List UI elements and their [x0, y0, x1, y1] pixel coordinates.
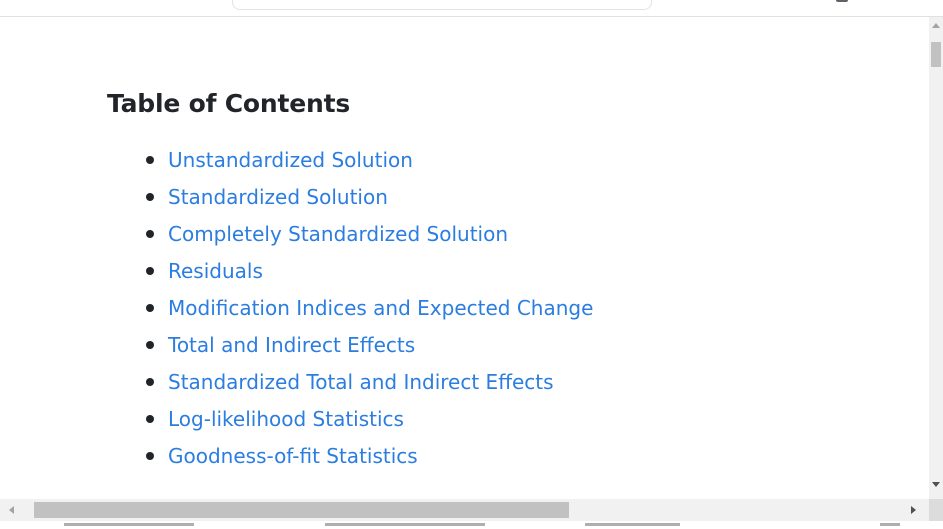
bullet-icon	[146, 193, 154, 201]
address-bar-edge[interactable]	[232, 0, 652, 10]
vertical-scroll-thumb[interactable]	[931, 42, 941, 67]
taskbar-item-edge	[880, 523, 900, 526]
page-content: Table of Contents Unstandardized Solutio…	[0, 17, 929, 499]
toc-item: Residuals	[146, 254, 593, 291]
taskbar-item-edge	[585, 523, 680, 526]
taskbar-peek	[0, 521, 943, 529]
toc-link-completely-standardized-solution[interactable]: Completely Standardized Solution	[168, 222, 508, 246]
scroll-down-arrow-icon[interactable]	[932, 482, 940, 487]
toc-item: Log-likelihood Statistics	[146, 402, 593, 439]
toc-link-residuals[interactable]: Residuals	[168, 259, 263, 283]
toc-link-total-indirect-effects[interactable]: Total and Indirect Effects	[168, 333, 415, 357]
taskbar-item-edge	[64, 523, 194, 526]
toolbar-icon[interactable]	[836, 0, 848, 2]
scroll-left-arrow-icon[interactable]	[9, 506, 14, 514]
horizontal-scrollbar[interactable]	[0, 499, 929, 521]
vertical-scrollbar[interactable]	[929, 17, 943, 499]
bullet-icon	[146, 304, 154, 312]
scroll-right-arrow-icon[interactable]	[911, 506, 916, 514]
toc-item: Modification Indices and Expected Change	[146, 291, 593, 328]
toc-heading: Table of Contents	[107, 89, 351, 118]
toc-link-standardized-total-indirect-effects[interactable]: Standardized Total and Indirect Effects	[168, 370, 554, 394]
toc-link-modification-indices[interactable]: Modification Indices and Expected Change	[168, 296, 593, 320]
bullet-icon	[146, 415, 154, 423]
bullet-icon	[146, 341, 154, 349]
bullet-icon	[146, 230, 154, 238]
toc-link-log-likelihood-statistics[interactable]: Log-likelihood Statistics	[168, 407, 404, 431]
bullet-icon	[146, 156, 154, 164]
bullet-icon	[146, 378, 154, 386]
browser-top-edge	[0, 0, 943, 17]
bullet-icon	[146, 452, 154, 460]
toc-link-standardized-solution[interactable]: Standardized Solution	[168, 185, 388, 209]
toc-item: Unstandardized Solution	[146, 143, 593, 180]
bullet-icon	[146, 267, 154, 275]
toc-item: Standardized Solution	[146, 180, 593, 217]
scrollbar-corner	[929, 499, 943, 521]
toc-item: Completely Standardized Solution	[146, 217, 593, 254]
toc-item: Standardized Total and Indirect Effects	[146, 365, 593, 402]
taskbar-item-edge	[325, 523, 485, 526]
toc-item: Goodness-of-fit Statistics	[146, 439, 593, 476]
toc-link-goodness-of-fit-statistics[interactable]: Goodness-of-fit Statistics	[168, 444, 418, 468]
horizontal-scroll-thumb[interactable]	[34, 502, 569, 518]
scroll-up-arrow-icon[interactable]	[932, 23, 940, 28]
toc-list: Unstandardized Solution Standardized Sol…	[146, 143, 593, 476]
toc-link-unstandardized-solution[interactable]: Unstandardized Solution	[168, 148, 413, 172]
toc-item: Total and Indirect Effects	[146, 328, 593, 365]
